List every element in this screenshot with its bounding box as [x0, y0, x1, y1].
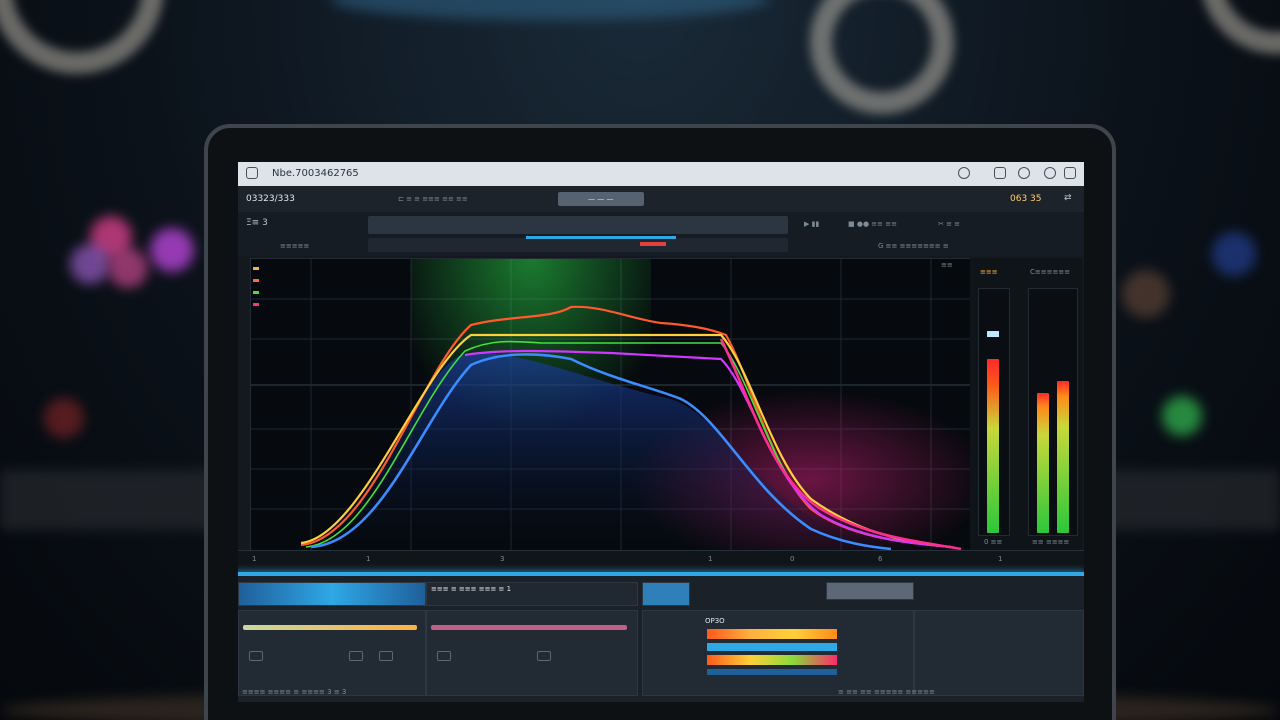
app-icon[interactable] — [246, 167, 258, 179]
clip-panel-2[interactable]: ≡≡≡ ≡ ≡≡≡ ≡≡≡ ≡ 1 — [426, 582, 638, 606]
transfer-icon[interactable]: ⇄ — [1064, 193, 1072, 203]
meter-left-peak — [987, 331, 999, 337]
ruler-tick-4: 0 — [790, 555, 795, 563]
eq-curves-svg — [251, 259, 991, 569]
channel-panel-3[interactable]: OP3O — [642, 610, 914, 696]
track-strip-lower[interactable] — [368, 238, 788, 252]
meter-left-frame — [978, 288, 1010, 536]
panel2-label: ≡≡≡ ≡ ≡≡≡ ≡≡≡ ≡ 1 — [431, 585, 512, 593]
title-bar: Nbe.7003462765 — [238, 162, 1084, 186]
record-marker — [640, 242, 666, 246]
ruler-tick-0: 1 — [252, 555, 257, 563]
menu-icon[interactable] — [1064, 167, 1076, 179]
bokeh-purple — [70, 244, 110, 284]
graph-top-right-label: ≡≡ — [941, 261, 953, 269]
ruler-tick-3: 1 — [708, 555, 713, 563]
meter-right-bar-1 — [1037, 393, 1049, 533]
channel-2-btn-b[interactable] — [537, 651, 551, 661]
settings-icon[interactable] — [994, 167, 1006, 179]
channel-3-meter-b — [707, 643, 837, 651]
toolbar2-sub-label: ≡≡≡≡≡ — [280, 242, 310, 250]
meter-left-bar — [987, 359, 999, 533]
bokeh-red — [44, 398, 84, 438]
toolbar-field[interactable]: — — — — [558, 192, 644, 206]
app-screen: Nbe.7003462765 03323/333 — — — ⊏ ≡ ≡ ≡≡≡… — [238, 162, 1084, 702]
toolbar2-left-label: Ξ≡ 3 — [246, 218, 268, 228]
toolbar-controls[interactable]: ⊏ ≡ ≡ ≡≡≡ ≡≡ ≡≡ — [398, 195, 468, 203]
info-icon[interactable] — [1018, 167, 1030, 179]
toolbar-left-label: 03323/333 — [246, 194, 295, 204]
channel-3-meter-d — [707, 669, 837, 675]
channel-2-btn-a[interactable] — [437, 651, 451, 661]
meter-left-label: ≡≡≡ — [980, 268, 998, 276]
channel-1-slider[interactable] — [243, 625, 417, 630]
speaker-center — [810, 0, 954, 114]
meter-bottom-right: ≡≡ ≡≡≡≡ — [1032, 538, 1070, 546]
toolbar-field-text: — — — — [588, 195, 614, 203]
bokeh-violet — [150, 228, 194, 272]
bokeh-blue — [1212, 232, 1256, 276]
play-icon[interactable]: ▶ ▮▮ — [804, 220, 819, 228]
bg-blue-glow — [330, 0, 770, 20]
meter-right-frame — [1028, 288, 1078, 536]
panel4-label: OP3O — [705, 617, 725, 625]
stop-icon[interactable]: ■ ●● ≡≡ ≡≡ — [848, 220, 897, 228]
footer-left: ≡≡≡≡ ≡≡≡≡ ≡ ≡≡≡≡ 3 ≡ 3 — [242, 688, 347, 696]
channel-1-btn-a[interactable] — [249, 651, 263, 661]
toolbar2-right-label: G ≡≡ ≡≡≡≡≡≡≡ ≡ — [878, 242, 949, 250]
graph-left-scale — [253, 267, 259, 306]
channel-3-meter-a — [707, 629, 837, 639]
track-strip[interactable] — [368, 216, 788, 234]
clip-blue-1[interactable] — [238, 582, 426, 606]
bokeh-green — [1162, 396, 1202, 436]
main-toolbar: 03323/333 — — — ⊏ ≡ ≡ ≡≡≡ ≡≡ ≡≡ 063 35 ⇄ — [238, 186, 1084, 213]
speaker-left — [0, 0, 164, 74]
power-icon[interactable] — [1044, 167, 1056, 179]
clip-blue-2[interactable] — [642, 582, 690, 606]
clock-icon[interactable] — [958, 167, 970, 179]
toolbar-right-label: 063 35 — [1010, 194, 1042, 204]
ruler-tick-5: 6 — [878, 555, 883, 563]
meter-right-label: C≡≡≡≡≡≡ — [1030, 268, 1071, 276]
meter-right-bar-2 — [1057, 381, 1069, 533]
channel-1-btn-c[interactable] — [379, 651, 393, 661]
ruler-tick-1: 1 — [366, 555, 371, 563]
background-scene: Nbe.7003462765 03323/333 — — — ⊏ ≡ ≡ ≡≡≡… — [0, 0, 1280, 720]
channel-panel-4[interactable] — [914, 610, 1084, 696]
ruler-right: 1 — [998, 555, 1003, 563]
meter-bottom-left: 0 ≡≡ — [984, 538, 1003, 546]
channel-2-slider[interactable] — [431, 625, 627, 630]
channel-panel-1[interactable] — [238, 610, 426, 696]
clip-gray[interactable] — [826, 582, 914, 600]
bokeh-amber — [1122, 270, 1170, 318]
frequency-ruler: 1 1 3 1 0 6 1 — [238, 550, 1084, 569]
channel-panel-2[interactable] — [426, 610, 638, 696]
footer-right: ≡ ≡≡ ≡≡ ≡≡≡≡≡ ≡≡≡≡≡ — [838, 688, 935, 696]
lower-panels: ≡≡≡ ≡ ≡≡≡ ≡≡≡ ≡ 1 OP3O ≡≡≡≡ ≡≡≡≡ ≡ ≡≡≡≡ … — [238, 576, 1084, 702]
channel-3-meter-c — [707, 655, 837, 665]
channel-1-btn-b[interactable] — [349, 651, 363, 661]
track-position-bar — [526, 236, 676, 239]
frequency-graph[interactable]: ≡≡ — [250, 258, 991, 569]
bokeh-magenta — [108, 248, 148, 288]
scissors-icon[interactable]: ✂ ≡ ≡ — [938, 220, 960, 228]
secondary-toolbar: Ξ≡ 3 ≡≡≡≡≡ ▶ ▮▮ ■ ●● ≡≡ ≡≡ ✂ ≡ ≡ G ≡≡ ≡≡… — [238, 212, 1084, 256]
window-title: Nbe.7003462765 — [272, 168, 359, 179]
ruler-tick-2: 3 — [500, 555, 505, 563]
level-meters: ≡≡≡ C≡≡≡≡≡≡ 0 ≡≡ ≡≡ ≡≡≡≡ — [970, 258, 1082, 550]
speaker-right — [1200, 0, 1280, 54]
